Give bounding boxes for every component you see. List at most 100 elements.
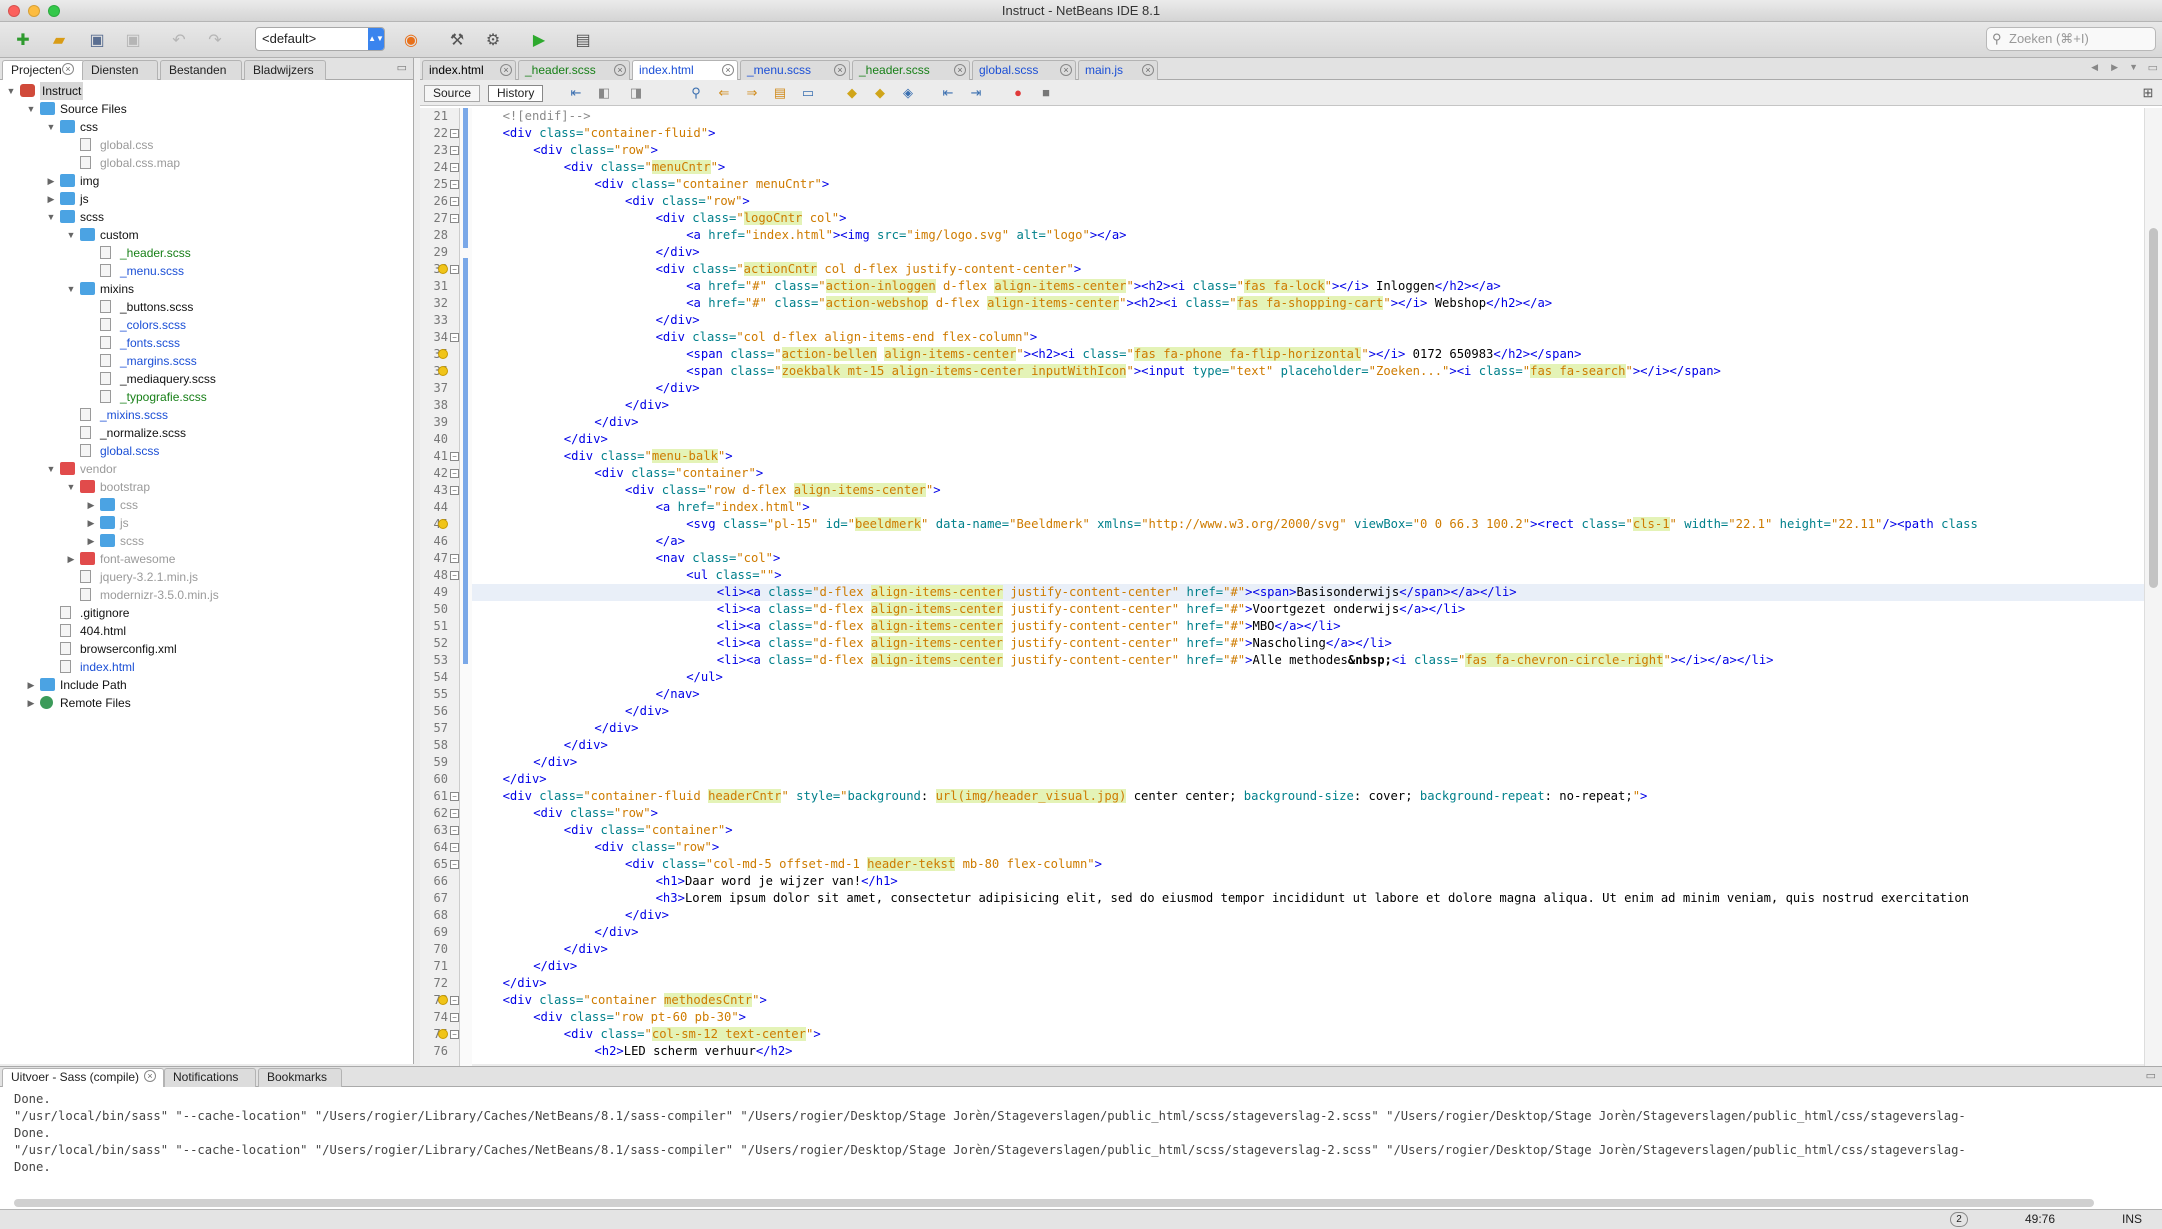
tree-item[interactable]: ▼ scss <box>0 208 412 226</box>
close-tab-icon[interactable]: × <box>500 64 512 76</box>
tree-item[interactable]: _typografie.scss <box>0 388 412 406</box>
fold-toggle-icon[interactable]: − <box>450 265 459 274</box>
code-line[interactable]: <h3>Lorem ipsum dolor sit amet, consecte… <box>472 890 1969 907</box>
build-icon[interactable]: ⚒ <box>444 28 470 52</box>
fold-toggle-icon[interactable]: − <box>450 792 459 801</box>
find-icon[interactable]: ⚲ <box>688 85 704 101</box>
fold-toggle-icon[interactable]: − <box>450 180 459 189</box>
close-icon[interactable]: × <box>144 1070 156 1082</box>
output-scrollbar[interactable] <box>14 1199 2094 1207</box>
source-button[interactable]: Source <box>424 85 481 102</box>
collapsed-arrow-icon[interactable]: ▶ <box>86 496 96 514</box>
close-tab-icon[interactable]: × <box>722 64 734 76</box>
code-line[interactable]: <li><a class="d-flex align-items-center … <box>472 584 2144 601</box>
code-line[interactable]: </div> <box>472 397 669 414</box>
close-icon[interactable]: × <box>62 63 74 75</box>
tree-item[interactable]: _normalize.scss <box>0 424 412 442</box>
tree-item[interactable]: global.css.map <box>0 154 412 172</box>
code-line[interactable]: </div> <box>472 380 700 397</box>
code-line[interactable]: </a> <box>472 533 685 550</box>
expanded-arrow-icon[interactable]: ▼ <box>66 280 76 298</box>
fold-toggle-icon[interactable]: − <box>450 571 459 580</box>
tab-diensten[interactable]: Diensten <box>82 60 158 80</box>
code-line[interactable]: <nav class="col"> <box>472 550 781 567</box>
minimize-panel-icon[interactable]: ▭ <box>397 61 407 74</box>
code-line[interactable]: <div class="container menuCntr"> <box>472 176 829 193</box>
configuration-select[interactable]: <default> ▲▼ <box>255 27 385 51</box>
code-line[interactable]: <div class="logoCntr col"> <box>472 210 846 227</box>
code-line[interactable]: </div> <box>472 703 669 720</box>
run-icon[interactable]: ▶ <box>526 28 552 52</box>
tree-item[interactable]: ▶ js <box>0 514 412 532</box>
tree-item[interactable]: _colors.scss <box>0 316 412 334</box>
warning-icon[interactable] <box>438 349 448 359</box>
toggle-bookmark-icon[interactable]: ◈ <box>900 85 916 101</box>
code-line[interactable]: <div class="menu-balk"> <box>472 448 733 465</box>
tree-item[interactable]: _margins.scss <box>0 352 412 370</box>
tree-item[interactable]: ▼ mixins <box>0 280 412 298</box>
fold-toggle-icon[interactable]: − <box>450 826 459 835</box>
code-line[interactable]: </div> <box>472 431 608 448</box>
fold-toggle-icon[interactable]: − <box>450 452 459 461</box>
close-tab-icon[interactable]: × <box>614 64 626 76</box>
code-line[interactable]: <div class="container"> <box>472 465 763 482</box>
close-tab-icon[interactable]: × <box>954 64 966 76</box>
code-line[interactable]: <ul class=""> <box>472 567 781 584</box>
tree-item[interactable]: ▼ vendor <box>0 460 412 478</box>
tab-list-icon[interactable]: ▼ <box>2129 62 2138 72</box>
code-line[interactable]: </div> <box>472 958 577 975</box>
code-line[interactable]: <h2>LED scherm verhuur</h2> <box>472 1043 792 1060</box>
find-next-icon[interactable]: ⇒ <box>744 85 760 101</box>
fold-toggle-icon[interactable]: − <box>450 129 459 138</box>
collapsed-arrow-icon[interactable]: ▶ <box>66 550 76 568</box>
collapsed-arrow-icon[interactable]: ▶ <box>26 694 36 712</box>
fold-toggle-icon[interactable]: − <box>450 333 459 342</box>
maximize-editor-icon[interactable]: ▭ <box>2148 61 2158 74</box>
maximize-output-icon[interactable]: ▭ <box>2146 1069 2156 1082</box>
split-icon[interactable]: ⊞ <box>2140 85 2156 101</box>
code-line[interactable]: </div> <box>472 414 638 431</box>
fold-toggle-icon[interactable]: − <box>450 860 459 869</box>
editor-tab[interactable]: index.html × <box>422 60 516 80</box>
code-line[interactable]: <div class="row"> <box>472 142 658 159</box>
tree-item[interactable]: _mixins.scss <box>0 406 412 424</box>
expanded-arrow-icon[interactable]: ▼ <box>6 82 16 100</box>
tree-item[interactable]: ▶ img <box>0 172 412 190</box>
toggle-rect-select-icon[interactable]: ▭ <box>800 85 816 101</box>
close-tab-icon[interactable]: × <box>834 64 846 76</box>
tab-output-sass[interactable]: Uitvoer - Sass (compile) <box>2 1068 165 1087</box>
tree-item[interactable]: ▶ css <box>0 496 412 514</box>
tree-item[interactable]: ▼ Source Files <box>0 100 412 118</box>
tree-item[interactable]: ▶ font-awesome <box>0 550 412 568</box>
fold-toggle-icon[interactable]: − <box>450 469 459 478</box>
code-line[interactable]: <li><a class="d-flex align-items-center … <box>472 652 1774 669</box>
tree-item[interactable]: ▶ Include Path <box>0 676 412 694</box>
collapsed-arrow-icon[interactable]: ▶ <box>86 532 96 550</box>
tree-item[interactable]: ▼ css <box>0 118 412 136</box>
fold-toggle-icon[interactable]: − <box>450 809 459 818</box>
code-line[interactable]: </ul> <box>472 669 723 686</box>
code-line[interactable]: <div class="row"> <box>472 805 658 822</box>
expanded-arrow-icon[interactable]: ▼ <box>46 118 56 136</box>
fold-toggle-icon[interactable]: − <box>450 843 459 852</box>
code-line[interactable]: </div> <box>472 907 669 924</box>
expanded-arrow-icon[interactable]: ▼ <box>66 478 76 496</box>
expanded-arrow-icon[interactable]: ▼ <box>26 100 36 118</box>
code-line[interactable]: <a href="index.html"><img src="img/logo.… <box>472 227 1126 244</box>
code-line[interactable]: <a href="#" class="action-webshop d-flex… <box>472 295 1552 312</box>
save-all-icon[interactable]: ▣ <box>120 28 146 52</box>
shift-left-icon[interactable]: ⇤ <box>940 85 956 101</box>
code-line[interactable]: </nav> <box>472 686 700 703</box>
minimize-window-button[interactable] <box>28 5 40 17</box>
expanded-arrow-icon[interactable]: ▼ <box>46 208 56 226</box>
code-line[interactable]: <div class="container methodesCntr"> <box>472 992 767 1009</box>
tree-item[interactable]: global.scss <box>0 442 412 460</box>
clean-build-icon[interactable]: ⚙ <box>480 28 506 52</box>
tab-scroll-right-icon[interactable]: ▶ <box>2111 62 2118 73</box>
tree-item[interactable]: modernizr-3.5.0.min.js <box>0 586 412 604</box>
code-line[interactable]: <div class="col-sm-12 text-center"> <box>472 1026 821 1043</box>
tab-bladwijzers[interactable]: Bladwijzers <box>244 60 326 80</box>
warning-icon[interactable] <box>438 995 448 1005</box>
vertical-scrollbar[interactable] <box>2144 108 2162 1111</box>
tab-scroll-left-icon[interactable]: ◀ <box>2091 62 2098 73</box>
